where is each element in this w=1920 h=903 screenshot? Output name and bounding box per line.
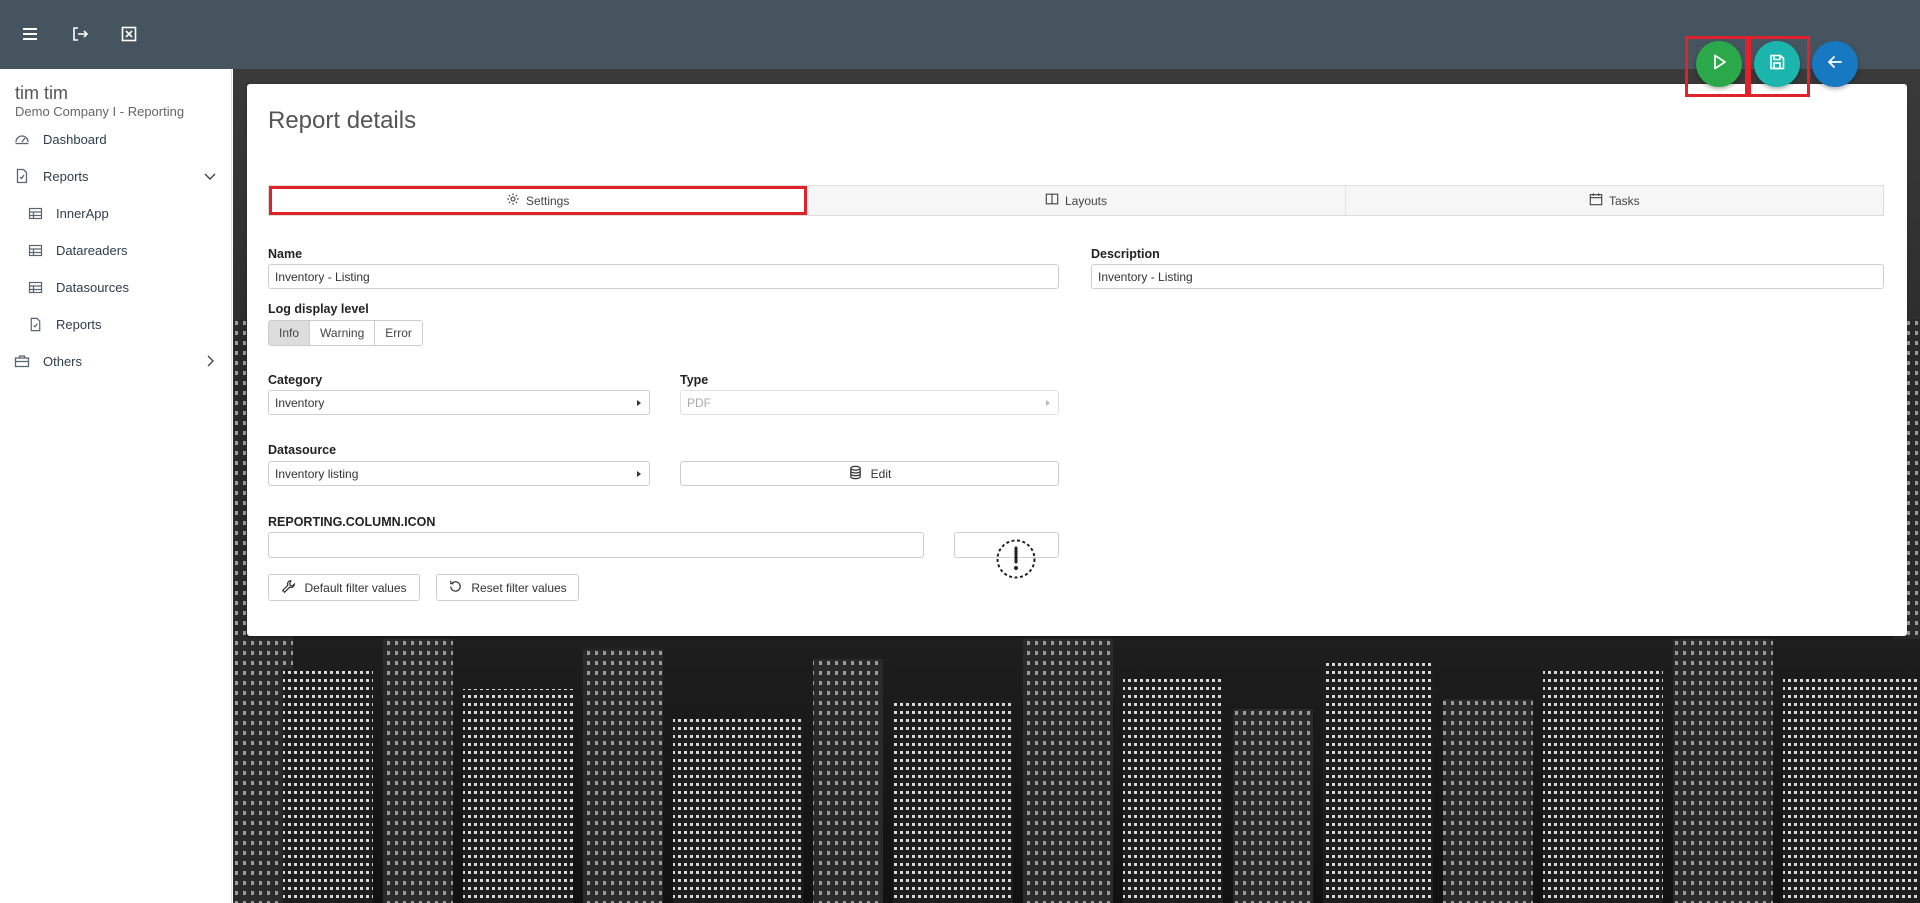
tab-label: Layouts xyxy=(1064,193,1107,208)
sidebar-item-label: Dashboard xyxy=(43,131,107,147)
dashboard-icon xyxy=(13,130,31,148)
category-label: Category xyxy=(268,373,323,387)
report-details-card: Report details Settings Layouts Tasks Na… xyxy=(247,84,1907,636)
datasource-value: Inventory listing xyxy=(275,466,359,481)
logout-icon[interactable] xyxy=(68,22,92,46)
back-arrow-icon xyxy=(1825,52,1845,77)
wrench-icon xyxy=(281,579,296,597)
caret-right-icon xyxy=(637,400,641,406)
sidebar-item-label: Others xyxy=(43,353,83,369)
edit-label: Edit xyxy=(870,466,892,481)
log-level-error[interactable]: Error xyxy=(375,321,422,345)
back-button[interactable] xyxy=(1812,41,1858,87)
table-icon xyxy=(26,204,44,222)
type-select[interactable]: PDF xyxy=(680,390,1059,415)
tab-tasks[interactable]: Tasks xyxy=(1346,186,1883,215)
sidebar-item-datareaders[interactable]: Datareaders xyxy=(0,233,232,267)
gear-icon xyxy=(506,192,520,209)
tab-layouts[interactable]: Layouts xyxy=(807,186,1346,215)
close-box-icon[interactable] xyxy=(117,22,141,46)
log-level-label: Log display level xyxy=(268,302,369,316)
tab-bar: Settings Layouts Tasks xyxy=(268,185,1884,216)
chevron-right-icon[interactable] xyxy=(202,353,218,369)
sidebar-item-label: Reports xyxy=(43,168,89,184)
sidebar: tim tim Demo Company I - Reporting Dashb… xyxy=(0,69,232,903)
top-bar xyxy=(0,0,1920,69)
description-field[interactable]: Inventory - Listing xyxy=(1091,264,1884,289)
run-icon xyxy=(1709,52,1729,77)
save-icon xyxy=(1767,52,1787,77)
report-file-icon xyxy=(13,167,31,185)
sidebar-item-innerapp[interactable]: InnerApp xyxy=(0,196,232,230)
description-value: Inventory - Listing xyxy=(1098,269,1193,284)
page-title: Report details xyxy=(268,107,417,134)
column-icon-label: REPORTING.COLUMN.ICON xyxy=(268,515,436,529)
category-select[interactable]: Inventory xyxy=(268,390,650,415)
sidebar-item-reports-sub[interactable]: Reports xyxy=(0,307,232,341)
user-name: tim tim xyxy=(15,83,68,103)
user-company: Demo Company I - Reporting xyxy=(15,104,185,119)
database-icon xyxy=(848,465,863,483)
log-level-toggle: Info Warning Error xyxy=(268,320,423,346)
toolbox-icon xyxy=(13,352,31,370)
save-button[interactable] xyxy=(1754,41,1800,87)
sidebar-item-dashboard[interactable]: Dashboard xyxy=(0,122,232,156)
sidebar-item-others[interactable]: Others xyxy=(0,344,232,378)
run-report-button[interactable] xyxy=(1696,41,1742,87)
caret-right-icon xyxy=(1046,400,1050,406)
log-level-warning[interactable]: Warning xyxy=(310,321,376,345)
default-filter-label: Default filter values xyxy=(304,580,407,595)
default-filter-values-button[interactable]: Default filter values xyxy=(268,574,420,601)
caret-right-icon xyxy=(637,471,641,477)
exclamation-icon xyxy=(995,538,1037,580)
tab-label: Settings xyxy=(525,193,570,208)
columns-icon xyxy=(1045,192,1059,209)
reset-filter-values-button[interactable]: Reset filter values xyxy=(436,574,579,601)
sidebar-item-label: Datareaders xyxy=(56,242,128,258)
name-label: Name xyxy=(268,247,303,261)
name-field[interactable]: Inventory - Listing xyxy=(268,264,1059,289)
type-value: PDF xyxy=(687,395,711,410)
calendar-icon xyxy=(1589,192,1603,209)
table-icon xyxy=(26,241,44,259)
report-file-icon xyxy=(26,315,44,333)
sidebar-item-datasources[interactable]: Datasources xyxy=(0,270,232,304)
reset-icon xyxy=(448,579,463,597)
category-value: Inventory xyxy=(275,395,325,410)
menu-icon[interactable] xyxy=(18,22,42,46)
tab-label: Tasks xyxy=(1608,193,1640,208)
log-level-info[interactable]: Info xyxy=(269,321,311,345)
sidebar-item-label: Reports xyxy=(56,316,102,332)
sidebar-item-label: InnerApp xyxy=(56,205,109,221)
description-label: Description xyxy=(1091,247,1160,261)
datasource-select[interactable]: Inventory listing xyxy=(268,461,650,486)
type-label: Type xyxy=(680,373,709,387)
datasource-label: Datasource xyxy=(268,443,337,457)
sidebar-item-label: Datasources xyxy=(56,279,129,295)
edit-datasource-button[interactable]: Edit xyxy=(680,461,1059,486)
tab-settings[interactable]: Settings xyxy=(269,186,808,215)
name-value: Inventory - Listing xyxy=(275,269,370,284)
reset-filter-label: Reset filter values xyxy=(471,580,567,595)
sidebar-item-reports[interactable]: Reports xyxy=(0,159,232,193)
chevron-down-icon[interactable] xyxy=(202,168,218,184)
column-icon-field[interactable] xyxy=(268,532,924,558)
table-icon xyxy=(26,278,44,296)
